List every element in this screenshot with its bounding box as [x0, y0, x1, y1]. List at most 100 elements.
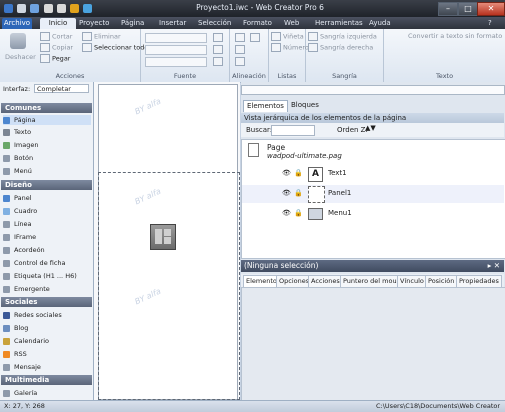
toolbox-item-cuadro[interactable]: Cuadro — [3, 206, 91, 216]
paste-icon — [40, 54, 50, 63]
category-multimedia[interactable]: Multimedia — [1, 375, 92, 385]
minimize-button[interactable]: – — [438, 2, 458, 16]
lock-icon[interactable]: 🔒 — [294, 209, 303, 217]
interface-label: Interfaz: — [3, 85, 31, 93]
toolbox-item-redes-sociales[interactable]: Redes sociales — [3, 310, 91, 320]
toolbox-item-panel[interactable]: Panel — [3, 193, 91, 203]
cut-button[interactable]: Cortar — [40, 32, 72, 41]
toolbox-item-mensaje[interactable]: Mensaje — [3, 362, 91, 372]
line-icon — [3, 220, 10, 228]
visibility-icon[interactable]: 👁 — [282, 209, 291, 217]
prop-tab-elemento[interactable]: Elemento — [243, 275, 280, 287]
convert-plain-text-button[interactable]: Convertir a texto sin formato — [408, 32, 502, 40]
toolbox-item-menu[interactable]: Menú — [3, 166, 91, 176]
preview-icon[interactable] — [70, 4, 80, 13]
tab-inicio[interactable]: Inicio — [40, 18, 76, 29]
group-label-fuente: Fuente — [173, 72, 197, 80]
panel-element[interactable] — [150, 224, 176, 250]
toolbox-item-calendario[interactable]: Calendario — [3, 336, 91, 346]
tree-item-label[interactable]: Panel1 — [328, 189, 351, 197]
tab-ayuda[interactable]: Ayuda — [369, 18, 391, 29]
tree-row[interactable]: 👁 🔒 A Text1 — [242, 165, 504, 183]
toolbox-item-emergente[interactable]: Emergente — [3, 284, 91, 294]
category-diseno[interactable]: Diseño — [1, 180, 92, 190]
underline-icon[interactable] — [213, 57, 223, 66]
align-left-icon[interactable] — [235, 33, 245, 42]
indent-right-button[interactable]: Sangría derecha — [308, 43, 373, 52]
blog-icon — [3, 324, 10, 332]
toolbox-item-etiqueta[interactable]: Etiqueta (H1 ... H6) — [3, 271, 91, 281]
tab-proyecto[interactable]: Proyecto — [79, 18, 109, 29]
tree-item-label[interactable]: Menu1 — [328, 209, 352, 217]
bullets-button[interactable]: Viñeta — [271, 32, 304, 41]
visibility-icon[interactable]: 👁 — [282, 189, 291, 197]
align-right-icon[interactable] — [235, 57, 245, 66]
undo-large-icon[interactable] — [10, 33, 26, 49]
tree-row[interactable]: 👁 🔒 Panel1 — [242, 185, 504, 203]
font-color-select[interactable] — [145, 57, 207, 67]
undo-icon[interactable] — [43, 4, 53, 13]
panel-icon — [3, 194, 10, 202]
group-texto: Convertir a texto sin formato Texto — [384, 29, 505, 82]
toolbox-item-rss[interactable]: RSS — [3, 349, 91, 359]
toolbox-item-galeria[interactable]: Galería — [3, 388, 91, 398]
tab-seleccion[interactable]: Selección — [198, 18, 231, 29]
align-center-icon[interactable] — [235, 45, 245, 54]
tab-formato[interactable]: Formato — [243, 18, 272, 29]
select-all-button[interactable]: Seleccionar todo — [82, 43, 148, 52]
toolbox-item-iframe[interactable]: IFrame — [3, 232, 91, 242]
save-icon[interactable] — [30, 4, 40, 13]
search-input[interactable] — [271, 125, 315, 136]
new-icon[interactable] — [17, 4, 27, 13]
font-family-select[interactable] — [145, 33, 207, 43]
toolbox-item-imagen[interactable]: Imagen — [3, 140, 91, 150]
page-icon — [248, 143, 259, 157]
bold-icon[interactable] — [213, 33, 223, 42]
toolbox-item-acordeon[interactable]: Acordeón — [3, 245, 91, 255]
tab-control-icon — [3, 259, 10, 267]
zorder-arrows-icon[interactable]: ▲▼ — [365, 124, 376, 132]
toolbox-item-pagina[interactable]: Página — [3, 115, 91, 125]
lock-icon[interactable]: 🔒 — [294, 189, 303, 197]
popup-icon — [3, 285, 10, 293]
tab-herramientas[interactable]: Herramientas — [315, 18, 363, 29]
tab-web[interactable]: Web — [284, 18, 299, 29]
group-listas: Viñeta Números Listas — [269, 29, 312, 82]
undo-button[interactable]: Deshacer — [5, 53, 36, 61]
category-comunes[interactable]: Comunes — [1, 103, 92, 113]
maximize-button[interactable]: □ — [458, 2, 478, 16]
italic-icon[interactable] — [213, 45, 223, 54]
indent-left-button[interactable]: Sangría izquierda — [308, 32, 377, 41]
tab-insertar[interactable]: Insertar — [159, 18, 186, 29]
font-size-select[interactable] — [145, 45, 207, 55]
group-label-acciones: Acciones — [55, 72, 85, 80]
message-icon — [3, 363, 10, 371]
cursor-coordinates: X: 27, Y: 268 — [4, 402, 45, 410]
toolbox-item-texto[interactable]: Texto — [3, 127, 91, 137]
copy-button[interactable]: Copiar — [40, 43, 73, 52]
tree-row[interactable]: 👁 🔒 Menu1 — [242, 205, 504, 223]
lock-icon[interactable]: 🔒 — [294, 169, 303, 177]
publish-icon[interactable] — [83, 4, 93, 13]
tab-bloques[interactable]: Bloques — [288, 100, 322, 111]
delete-button[interactable]: Eliminar — [82, 32, 121, 41]
toolbox-item-control-ficha[interactable]: Control de ficha — [3, 258, 91, 268]
tree-item-label[interactable]: Text1 — [328, 169, 347, 177]
design-canvas[interactable]: BY alfa BY alfa BY alfa — [94, 82, 240, 400]
close-button[interactable]: ✕ — [477, 2, 505, 16]
tab-pagina[interactable]: Página — [121, 18, 144, 29]
interface-select[interactable]: Completar — [34, 84, 89, 93]
paste-button[interactable]: Pegar — [40, 54, 70, 63]
toolbox-item-linea[interactable]: Línea — [3, 219, 91, 229]
tree-page-label[interactable]: Page — [267, 143, 285, 152]
pin-close-icons[interactable]: ▸ ✕ — [488, 260, 500, 272]
toolbox-item-boton[interactable]: Botón — [3, 153, 91, 163]
help-icon[interactable]: ? — [488, 18, 492, 29]
align-justify-icon[interactable] — [250, 33, 260, 42]
redo-icon[interactable] — [56, 4, 66, 13]
category-sociales[interactable]: Sociales — [1, 297, 92, 307]
visibility-icon[interactable]: 👁 — [282, 169, 291, 177]
toolbox-item-blog[interactable]: Blog — [3, 323, 91, 333]
tab-elementos[interactable]: Elementos — [243, 100, 288, 112]
tab-archivo[interactable]: Archivo — [2, 18, 32, 29]
